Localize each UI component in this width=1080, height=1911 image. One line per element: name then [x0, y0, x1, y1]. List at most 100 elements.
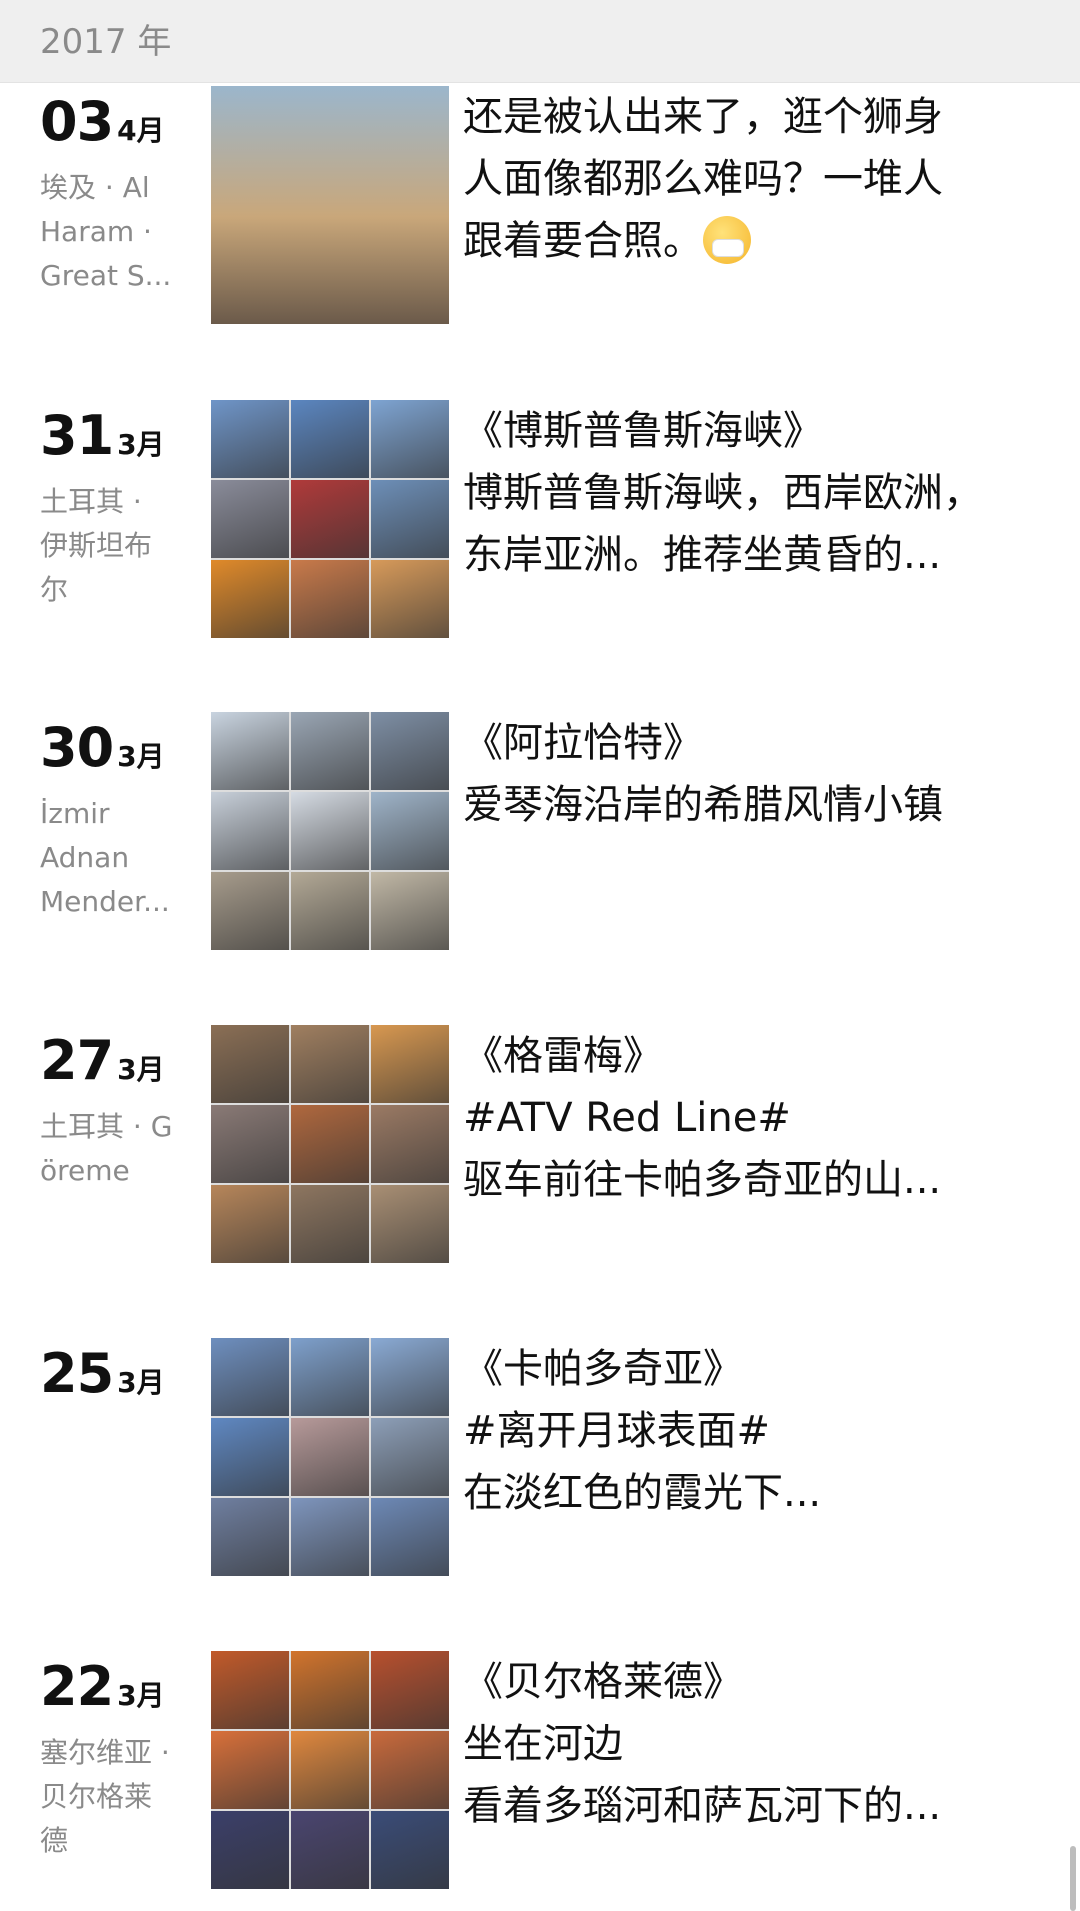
post-text-line: 人面像都那么难吗？一堆人	[463, 156, 943, 202]
photo-cell	[211, 872, 289, 950]
post-location-line: 塞尔维亚 ·	[40, 1736, 170, 1769]
post-month: 3月	[117, 740, 165, 773]
post-text-line: 在淡红色的霞光下...	[463, 1470, 822, 1516]
post-day: 03	[40, 90, 114, 153]
post-location-line: Mender...	[40, 885, 170, 918]
photo-cell	[211, 1418, 289, 1496]
photo-grid	[211, 1651, 449, 1889]
photo-cell	[371, 1498, 449, 1576]
post-month: 3月	[117, 1053, 165, 1086]
photo-cell	[291, 1651, 369, 1729]
photo-cell	[371, 480, 449, 558]
moment-post[interactable]: 03 4月埃及 · Al Haram · Great S... 还是被认出来了，逛个狮身…	[0, 86, 1080, 326]
post-month: 3月	[117, 428, 165, 461]
post-photo-thumbnail[interactable]	[211, 1338, 449, 1576]
photo-cell	[211, 1105, 289, 1183]
moment-post[interactable]: 22 3月 塞尔维亚 · 贝尔格莱德 《贝尔格莱德》 坐在河边 看着多瑙河和萨瓦河下的...	[0, 1651, 1080, 1891]
post-text-line: #ATV Red Line#	[463, 1095, 791, 1141]
post-location-line: Great S...	[40, 259, 172, 292]
photo-cell	[211, 712, 289, 790]
photo-cell	[371, 560, 449, 638]
photo-cell	[211, 1731, 289, 1809]
post-date: 22 3月	[40, 1655, 165, 1718]
post-day: 25	[40, 1342, 114, 1405]
post-location-line: öreme	[40, 1154, 130, 1187]
post-text[interactable]: 《阿拉恰特》 爱琴海沿岸的希腊风情小镇	[463, 712, 1023, 836]
photo-cell	[291, 872, 369, 950]
photo-cell	[371, 792, 449, 870]
post-text-line: 《博斯普鲁斯海峡》	[463, 408, 823, 454]
post-location[interactable]: 土耳其 · G öreme	[40, 1105, 190, 1193]
photo-grid	[211, 1338, 449, 1576]
moment-post[interactable]: 31 3月 土耳其 · 伊斯坦布尔 《博斯普鲁斯海峡》 博斯普鲁斯海峡，西岸欧洲， 东岸亚洲…	[0, 400, 1080, 640]
post-location[interactable]: 土耳其 · 伊斯坦布尔	[40, 480, 190, 612]
post-location[interactable]: 塞尔维亚 · 贝尔格莱德	[40, 1731, 190, 1863]
post-text-line: 爱琴海沿岸的希腊风情小镇	[463, 782, 943, 828]
photo-cell	[371, 1651, 449, 1729]
photo-cell	[291, 712, 369, 790]
photo-cell	[291, 560, 369, 638]
post-text[interactable]: 《贝尔格莱德》 坐在河边 看着多瑙河和萨瓦河下的...	[463, 1651, 1023, 1837]
post-location-line: 埃及 · Al	[40, 171, 150, 204]
post-text[interactable]: 《格雷梅》 #ATV Red Line# 驱车前往卡帕多奇亚的山...	[463, 1025, 1023, 1211]
post-text-line: 《格雷梅》	[463, 1033, 663, 1079]
photo-cell	[211, 400, 289, 478]
post-date: 25 3月	[40, 1342, 165, 1405]
photo-cell	[371, 1105, 449, 1183]
photo-grid	[211, 400, 449, 638]
post-text[interactable]: 《博斯普鲁斯海峡》博斯普鲁斯海峡，西岸欧洲， 东岸亚洲。推荐坐黄昏的...	[463, 400, 1023, 586]
photo-cell	[211, 1651, 289, 1729]
photo-cell	[371, 1185, 449, 1263]
photo-cell	[291, 1731, 369, 1809]
photo-cell	[291, 1338, 369, 1416]
post-photo-thumbnail[interactable]	[211, 86, 449, 324]
post-text[interactable]: 《卡帕多奇亚》 #离开月球表面# 在淡红色的霞光下...	[463, 1338, 1023, 1524]
photo-cell	[211, 560, 289, 638]
scrollbar-thumb[interactable]	[1070, 1846, 1076, 1911]
post-month: 3月	[117, 1366, 165, 1399]
photo-cell	[291, 480, 369, 558]
photo-cell	[291, 1418, 369, 1496]
photo-grid	[211, 1025, 449, 1263]
post-location-line: 贝尔格莱	[40, 1780, 153, 1813]
post-location-line: 尔	[40, 573, 69, 606]
photo-cell	[371, 1811, 449, 1889]
post-photo-thumbnail[interactable]	[211, 1651, 449, 1889]
photo-cell	[211, 480, 289, 558]
post-text-line: 还是被认出来了，逛个狮身	[463, 94, 943, 140]
post-location[interactable]: İzmir Adnan Mender...	[40, 792, 190, 924]
year-header-bar: 2017 年	[0, 0, 1080, 83]
post-location-line: 土耳其 ·	[40, 485, 142, 518]
photo-cell	[211, 792, 289, 870]
post-text-line: 博斯普鲁斯海峡，西岸欧洲，	[463, 470, 983, 516]
moment-post[interactable]: 30 3月 İzmir Adnan Mender... 《阿拉恰特》 爱琴海沿岸的希腊风情小…	[0, 712, 1080, 952]
post-text[interactable]: 还是被认出来了，逛个狮身 人面像都那么难吗？一堆人 跟着要合照。	[463, 86, 1023, 272]
post-photo-thumbnail[interactable]	[211, 712, 449, 950]
photo-cell	[291, 1498, 369, 1576]
post-photo-thumbnail[interactable]	[211, 400, 449, 638]
post-location-line: 伊斯坦布	[40, 529, 153, 562]
moment-post[interactable]: 25 3月 《卡帕多奇亚》 #离开月球表面# 在淡红色的霞光下...	[0, 1338, 1080, 1578]
post-text-line: 驱车前往卡帕多奇亚的山...	[463, 1157, 942, 1203]
photo-cell	[211, 1185, 289, 1263]
post-month: 4月	[117, 114, 165, 147]
post-text-line: 东岸亚洲。推荐坐黄昏的...	[463, 532, 942, 578]
post-day: 22	[40, 1655, 114, 1718]
post-location[interactable]: 埃及 · Al Haram · Great S...	[40, 166, 190, 298]
post-text-line: 看着多瑙河和萨瓦河下的...	[463, 1783, 942, 1829]
photo-cell	[371, 400, 449, 478]
photo-cell	[371, 1731, 449, 1809]
mask-emoji-icon	[703, 216, 751, 264]
photo-cell	[211, 1498, 289, 1576]
photo-cell	[371, 712, 449, 790]
photo-cell	[291, 1025, 369, 1103]
post-date: 27 3月	[40, 1029, 165, 1092]
post-photo-thumbnail[interactable]	[211, 1025, 449, 1263]
post-day: 30	[40, 716, 114, 779]
photo-cell	[371, 1025, 449, 1103]
post-date: 03 4月	[40, 90, 165, 153]
post-location-line: 土耳其 · G	[40, 1110, 173, 1143]
post-text-line: 《贝尔格莱德》	[463, 1659, 743, 1705]
moment-post[interactable]: 27 3月土耳其 · G öreme 《格雷梅》 #ATV Red Line# 驱车前往卡…	[0, 1025, 1080, 1265]
photo-cell	[211, 1025, 289, 1103]
